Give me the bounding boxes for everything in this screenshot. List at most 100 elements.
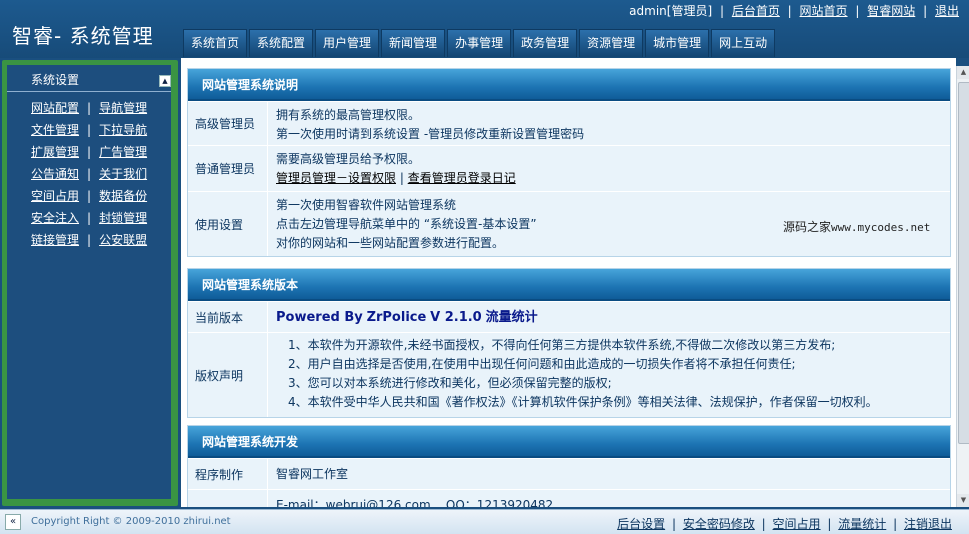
admin-desc: 拥有系统的最高管理权限。 bbox=[276, 108, 421, 122]
admin-login-log-link[interactable]: 查看管理员登录日记 bbox=[408, 171, 516, 185]
app-logo: 智睿- 系统管理 bbox=[12, 24, 154, 48]
sidebar-item-extension-management[interactable]: 扩展管理 bbox=[31, 145, 79, 159]
row-label: 程序制作 bbox=[188, 459, 268, 489]
row-value: 智睿网工作室 bbox=[276, 467, 349, 481]
tab-city-management[interactable]: 城市管理 bbox=[645, 29, 710, 57]
product-name: ZrPolice bbox=[366, 310, 427, 325]
sidebar-item-security-injection[interactable]: 安全注入 bbox=[31, 211, 79, 225]
sidebar-item-data-backup[interactable]: 数据备份 bbox=[99, 189, 147, 203]
separator: | bbox=[87, 233, 92, 247]
separator: | bbox=[787, 4, 792, 18]
separator: | bbox=[827, 517, 832, 531]
sidebar-menu: 网站配置 | 导航管理 文件管理 | 下拉导航 扩展管理 | 广告管理 公告通知 | 关于我们 … bbox=[31, 97, 147, 251]
separator: | bbox=[87, 123, 92, 137]
site-home-link[interactable]: 网站首页 bbox=[800, 4, 848, 18]
sidebar-row: 网站配置 | 导航管理 bbox=[31, 97, 147, 119]
sidebar-row: 文件管理 | 下拉导航 bbox=[31, 119, 147, 141]
zhirui-site-link[interactable]: 智睿网站 bbox=[867, 4, 915, 18]
sidebar-item-about-us[interactable]: 关于我们 bbox=[99, 167, 147, 181]
sidebar-item-block-management[interactable]: 封锁管理 bbox=[99, 211, 147, 225]
tab-online-interaction[interactable]: 网上互动 bbox=[711, 29, 776, 57]
toggle-sidebar-icon[interactable]: « bbox=[5, 514, 21, 530]
sidebar-item-dropdown-nav[interactable]: 下拉导航 bbox=[99, 123, 147, 137]
sidebar: 系统设置 ▲ 网站配置 | 导航管理 文件管理 | 下拉导航 扩展管理 | 广告管理 公告通… bbox=[2, 60, 178, 506]
tab-resource-management[interactable]: 资源管理 bbox=[579, 29, 644, 57]
table-row: 当前版本 Powered By ZrPolice V 2.1.0 流量统计 bbox=[188, 301, 950, 332]
license-term: 1、本软件为开源软件,未经书面授权，不得向任何第三方提供本软件系统,不得做二次修… bbox=[288, 338, 836, 352]
table-row: E-mail：webrui@126.com QQ：1213920482 bbox=[188, 489, 950, 507]
sidebar-item-link-management[interactable]: 链接管理 bbox=[31, 233, 79, 247]
change-password-link[interactable]: 安全密码修改 bbox=[683, 517, 755, 531]
sidebar-item-announcements[interactable]: 公告通知 bbox=[31, 167, 79, 181]
sidebar-item-file-management[interactable]: 文件管理 bbox=[31, 123, 79, 137]
row-value: Powered By ZrPolice V 2.1.0 流量统计 bbox=[268, 302, 538, 332]
row-value: 1、本软件为开源软件,未经书面授权，不得向任何第三方提供本软件系统,不得做二次修… bbox=[268, 333, 878, 417]
scroll-down-icon[interactable]: ▼ bbox=[957, 494, 969, 507]
stats-label: 流量统计 bbox=[485, 310, 538, 325]
row-label: 高级管理员 bbox=[188, 102, 268, 145]
sidebar-row: 链接管理 | 公安联盟 bbox=[31, 229, 147, 251]
table-row: 普通管理员 需要高级管理员给予权限。 管理员管理－设置权限 | 查看管理员登录日… bbox=[188, 145, 950, 191]
separator: | bbox=[87, 145, 92, 159]
tab-affairs-management[interactable]: 办事管理 bbox=[447, 29, 512, 57]
usage-line: 第一次使用智睿软件网站管理系统 bbox=[276, 198, 457, 212]
sidebar-header: 系统设置 ▲ bbox=[7, 69, 171, 92]
traffic-stats-link[interactable]: 流量统计 bbox=[838, 517, 886, 531]
table-row: 程序制作 智睿网工作室 bbox=[188, 458, 950, 489]
sidebar-item-space-usage[interactable]: 空间占用 bbox=[31, 189, 79, 203]
usage-line: 点击左边管理导航菜单中的 “系统设置-基本设置” bbox=[276, 217, 537, 231]
license-term: 3、您可以对本系统进行修改和美化，但必须保留完整的版权; bbox=[288, 376, 612, 390]
sidebar-item-ad-management[interactable]: 广告管理 bbox=[99, 145, 147, 159]
sidebar-row: 安全注入 | 封锁管理 bbox=[31, 207, 147, 229]
license-term: 2、用户自由选择是否使用,在使用中出现任何问题和由此造成的一切损失作者将不承担任… bbox=[288, 357, 796, 371]
vertical-scrollbar[interactable]: ▲ ▼ bbox=[956, 66, 969, 507]
separator: | bbox=[923, 4, 928, 18]
separator: | bbox=[87, 101, 92, 115]
watermark-text: 源码之家www.mycodes.net bbox=[783, 218, 930, 235]
row-value: 需要高级管理员给予权限。 管理员管理－设置权限 | 查看管理员登录日记 bbox=[268, 146, 516, 191]
powered-by: Powered By bbox=[276, 310, 363, 325]
separator: | bbox=[399, 171, 408, 185]
header: 智睿- 系统管理 admin[管理员] | 后台首页 | 网站首页 | 智睿网站… bbox=[0, 0, 969, 58]
scrollbar-thumb[interactable] bbox=[958, 82, 969, 444]
tab-user-management[interactable]: 用户管理 bbox=[315, 29, 380, 57]
tab-system-home[interactable]: 系统首页 bbox=[183, 29, 248, 57]
usage-line: 对你的网站和一些网站配置参数进行配置。 bbox=[276, 236, 505, 250]
footer: « Copyright Right © 2009-2010 zhirui.net… bbox=[0, 509, 969, 534]
sidebar-item-nav-management[interactable]: 导航管理 bbox=[99, 101, 147, 115]
logout-link[interactable]: 退出 bbox=[935, 4, 959, 18]
space-usage-link[interactable]: 空间占用 bbox=[773, 517, 821, 531]
sidebar-panel: 系统设置 ▲ 网站配置 | 导航管理 文件管理 | 下拉导航 扩展管理 | 广告管理 公告通… bbox=[7, 65, 171, 499]
separator: | bbox=[893, 517, 898, 531]
sidebar-title: 系统设置 bbox=[31, 73, 80, 87]
sidebar-row: 空间占用 | 数据备份 bbox=[31, 185, 147, 207]
row-label: 当前版本 bbox=[188, 302, 268, 332]
contact-info: E-mail：webrui@126.com QQ：1213920482 bbox=[276, 498, 554, 507]
top-links: admin[管理员] | 后台首页 | 网站首页 | 智睿网站 | 退出 bbox=[629, 2, 959, 19]
admin-settings-link[interactable]: 后台设置 bbox=[617, 517, 665, 531]
panel-title: 网站管理系统开发 bbox=[188, 426, 950, 458]
row-label: 版权声明 bbox=[188, 333, 268, 417]
row-label bbox=[188, 490, 268, 507]
scroll-up-icon[interactable]: ▲ bbox=[957, 66, 969, 79]
tab-system-config[interactable]: 系统配置 bbox=[249, 29, 314, 57]
sidebar-row: 公告通知 | 关于我们 bbox=[31, 163, 147, 185]
admin-permissions-link[interactable]: 管理员管理－设置权限 bbox=[276, 171, 396, 185]
row-label: 使用设置 bbox=[188, 192, 268, 256]
collapse-icon[interactable]: ▲ bbox=[159, 75, 171, 87]
panel-title: 网站管理系统版本 bbox=[188, 269, 950, 301]
sidebar-item-site-config[interactable]: 网站配置 bbox=[31, 101, 79, 115]
tab-news-management[interactable]: 新闻管理 bbox=[381, 29, 446, 57]
version-number: V 2.1.0 bbox=[430, 310, 482, 325]
admin-home-link[interactable]: 后台首页 bbox=[732, 4, 780, 18]
separator: | bbox=[87, 211, 92, 225]
separator: | bbox=[87, 189, 92, 203]
watermark-cn: 源码之家 bbox=[783, 220, 832, 234]
separator: | bbox=[855, 4, 860, 18]
logout-footer-link[interactable]: 注销退出 bbox=[904, 517, 952, 531]
sidebar-item-police-alliance[interactable]: 公安联盟 bbox=[99, 233, 147, 247]
tab-government-management[interactable]: 政务管理 bbox=[513, 29, 578, 57]
table-row: 版权声明 1、本软件为开源软件,未经书面授权，不得向任何第三方提供本软件系统,不… bbox=[188, 332, 950, 417]
sidebar-row: 扩展管理 | 广告管理 bbox=[31, 141, 147, 163]
table-row: 高级管理员 拥有系统的最高管理权限。 第一次使用时请到系统设置 -管理员修改重新… bbox=[188, 101, 950, 145]
